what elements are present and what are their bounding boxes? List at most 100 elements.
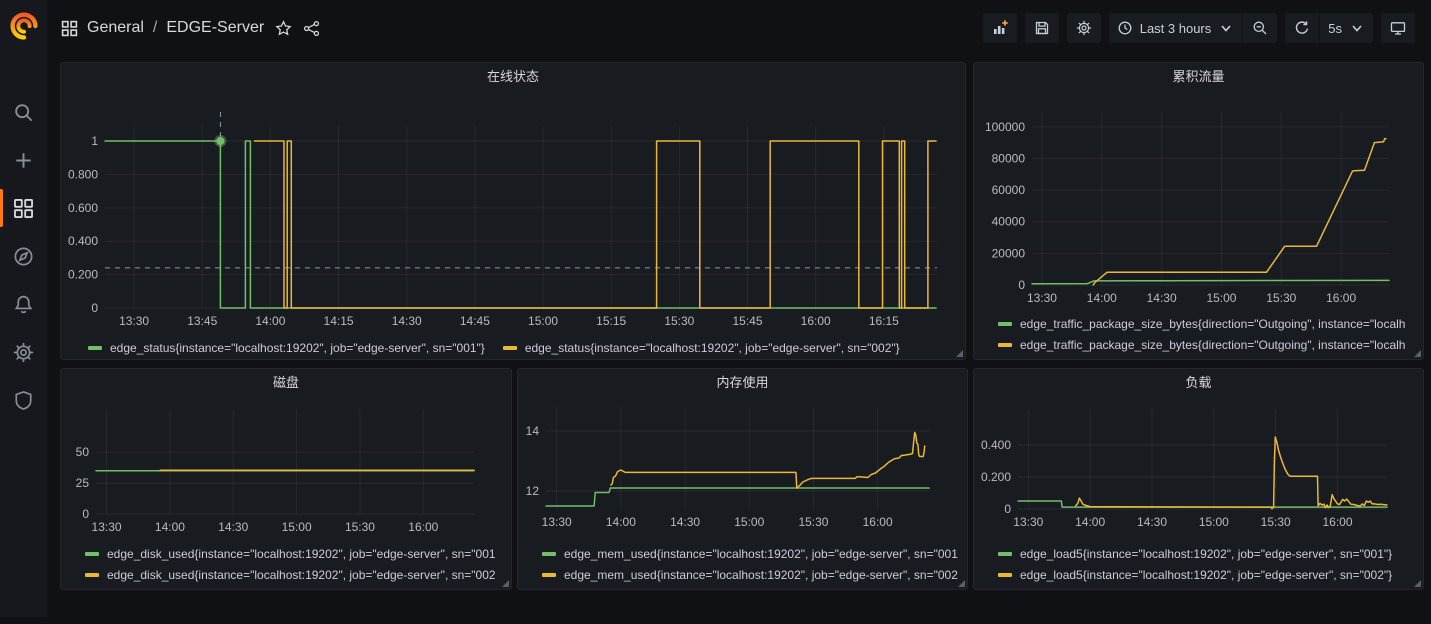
legend-label: edge_traffic_package_size_bytes{directio… [1020, 317, 1405, 331]
legend-label: edge_status{instance="localhost:19202", … [110, 341, 485, 355]
add-panel-button[interactable] [983, 13, 1017, 43]
add-panel-icon [992, 20, 1008, 36]
legend-swatch-icon [88, 346, 102, 350]
sidebar-item-explore[interactable] [0, 232, 47, 280]
svg-text:25: 25 [76, 476, 90, 490]
svg-text:1: 1 [91, 134, 98, 148]
svg-text:14:00: 14:00 [1075, 515, 1105, 529]
svg-text:14:00: 14:00 [606, 515, 636, 529]
panel-title[interactable]: 磁盘 [61, 369, 511, 397]
panel-memory-usage: 内存使用 13:3014:0014:3015:0015:3016:001214 … [517, 368, 968, 590]
chart-memory-usage[interactable]: 13:3014:0014:3015:0015:3016:001214 [518, 397, 967, 543]
panel-title[interactable]: 在线状态 [61, 63, 965, 91]
panel-resize-handle[interactable] [1414, 350, 1421, 357]
legend-item[interactable]: edge_mem_used{instance="localhost:19202"… [542, 564, 967, 585]
sidebar-nav [0, 88, 47, 424]
svg-text:15:00: 15:00 [282, 520, 312, 534]
header: General / EDGE-Server [47, 0, 1431, 56]
legend-swatch-icon [85, 573, 99, 577]
refresh-interval-picker[interactable]: 5s [1320, 13, 1373, 43]
dashboard-settings-button[interactable] [1067, 13, 1101, 43]
refresh-interval-label: 5s [1328, 21, 1342, 36]
sidebar-item-search[interactable] [0, 88, 47, 136]
svg-text:14:00: 14:00 [255, 314, 285, 328]
panel-resize-handle[interactable] [1414, 580, 1421, 587]
chart-online-status[interactable]: 13:3013:4514:0014:1514:3014:4515:0015:15… [61, 91, 965, 337]
svg-text:15:00: 15:00 [734, 515, 764, 529]
kiosk-mode-button[interactable] [1381, 13, 1415, 43]
panel-title[interactable]: 负载 [974, 369, 1423, 397]
svg-text:14:00: 14:00 [155, 520, 185, 534]
breadcrumb-folder[interactable]: General [87, 19, 144, 37]
save-dashboard-button[interactable] [1025, 13, 1059, 43]
svg-text:13:45: 13:45 [187, 314, 217, 328]
panel-online-status: 在线状态 13:3013:4514:0014:1514:3014:4515:00… [60, 62, 966, 360]
time-range-label: Last 3 hours [1140, 21, 1212, 36]
svg-text:0.200: 0.200 [981, 470, 1011, 484]
gear-icon [1076, 20, 1092, 36]
panel-title[interactable]: 累积流量 [974, 63, 1423, 91]
svg-text:0.400: 0.400 [68, 234, 98, 248]
panel-load: 负载 13:3014:0014:3015:0015:3016:0000.2000… [973, 368, 1424, 590]
chart-disk[interactable]: 13:3014:0014:3015:0015:3016:0002550 [61, 397, 511, 543]
legend-item[interactable]: edge_disk_used{instance="localhost:19202… [85, 564, 511, 585]
svg-text:16:15: 16:15 [869, 314, 899, 328]
sidebar-item-alerting[interactable] [0, 280, 47, 328]
legend-item[interactable]: edge_status{instance="localhost:19202", … [88, 341, 485, 355]
legend-item[interactable]: edge_disk_used{instance="localhost:19202… [85, 543, 511, 564]
legend-item[interactable]: edge_status{instance="localhost:19202", … [503, 341, 900, 355]
svg-text:40000: 40000 [992, 215, 1026, 229]
star-icon [275, 20, 292, 37]
shield-icon [13, 390, 34, 411]
legend-item[interactable]: edge_load5{instance="localhost:19202", j… [998, 543, 1423, 564]
svg-text:14:15: 14:15 [324, 314, 354, 328]
favorite-star-button[interactable] [275, 20, 292, 37]
svg-text:15:30: 15:30 [1261, 515, 1291, 529]
svg-text:13:30: 13:30 [542, 515, 572, 529]
refresh-icon [1294, 20, 1310, 36]
legend-label: edge_mem_used{instance="localhost:19202"… [564, 547, 958, 561]
svg-text:15:45: 15:45 [733, 314, 763, 328]
chevron-down-icon [1218, 20, 1234, 36]
share-dashboard-button[interactable] [303, 20, 320, 37]
svg-text:60000: 60000 [992, 183, 1026, 197]
svg-text:15:00: 15:00 [528, 314, 558, 328]
panel-resize-handle[interactable] [956, 350, 963, 357]
grafana-logo[interactable] [0, 0, 47, 52]
sidebar-item-dashboards[interactable] [0, 184, 47, 232]
svg-text:15:30: 15:30 [345, 520, 375, 534]
breadcrumb: General / EDGE-Server [61, 19, 320, 37]
svg-text:13:30: 13:30 [1027, 291, 1057, 305]
refresh-button[interactable] [1285, 13, 1319, 43]
sidebar-item-create[interactable] [0, 136, 47, 184]
svg-text:15:30: 15:30 [798, 515, 828, 529]
svg-text:14:30: 14:30 [1147, 291, 1177, 305]
svg-text:20000: 20000 [992, 246, 1026, 260]
panel-title[interactable]: 内存使用 [518, 369, 967, 397]
legend-item[interactable]: edge_traffic_package_size_bytes{directio… [998, 334, 1423, 355]
svg-text:16:00: 16:00 [1326, 291, 1356, 305]
zoom-out-button[interactable] [1243, 13, 1277, 43]
legend: edge_traffic_package_size_bytes{directio… [974, 313, 1423, 355]
breadcrumb-dashboard-title[interactable]: EDGE-Server [166, 19, 264, 37]
svg-text:14:30: 14:30 [218, 520, 248, 534]
legend-swatch-icon [542, 552, 556, 556]
dashboards-grid-icon [13, 198, 34, 219]
svg-text:0.600: 0.600 [68, 201, 98, 215]
apps-grid-icon [61, 20, 78, 37]
time-range-picker[interactable]: Last 3 hours [1109, 13, 1243, 43]
legend-label: edge_disk_used{instance="localhost:19202… [107, 568, 496, 582]
legend: edge_status{instance="localhost:19202", … [61, 337, 965, 359]
svg-text:0: 0 [1018, 278, 1025, 292]
legend-item[interactable]: edge_mem_used{instance="localhost:19202"… [542, 543, 967, 564]
plus-icon [13, 150, 34, 171]
panel-resize-handle[interactable] [502, 580, 509, 587]
sidebar-item-configuration[interactable] [0, 328, 47, 376]
sidebar-item-server-admin[interactable] [0, 376, 47, 424]
legend-item[interactable]: edge_traffic_package_size_bytes{directio… [998, 313, 1423, 334]
legend-item[interactable]: edge_load5{instance="localhost:19202", j… [998, 564, 1423, 585]
chart-load[interactable]: 13:3014:0014:3015:0015:3016:0000.2000.40… [974, 397, 1423, 543]
chart-cumulative-traffic[interactable]: 13:3014:0014:3015:0015:3016:000200004000… [974, 91, 1423, 313]
legend-label: edge_load5{instance="localhost:19202", j… [1020, 547, 1392, 561]
panel-resize-handle[interactable] [958, 580, 965, 587]
